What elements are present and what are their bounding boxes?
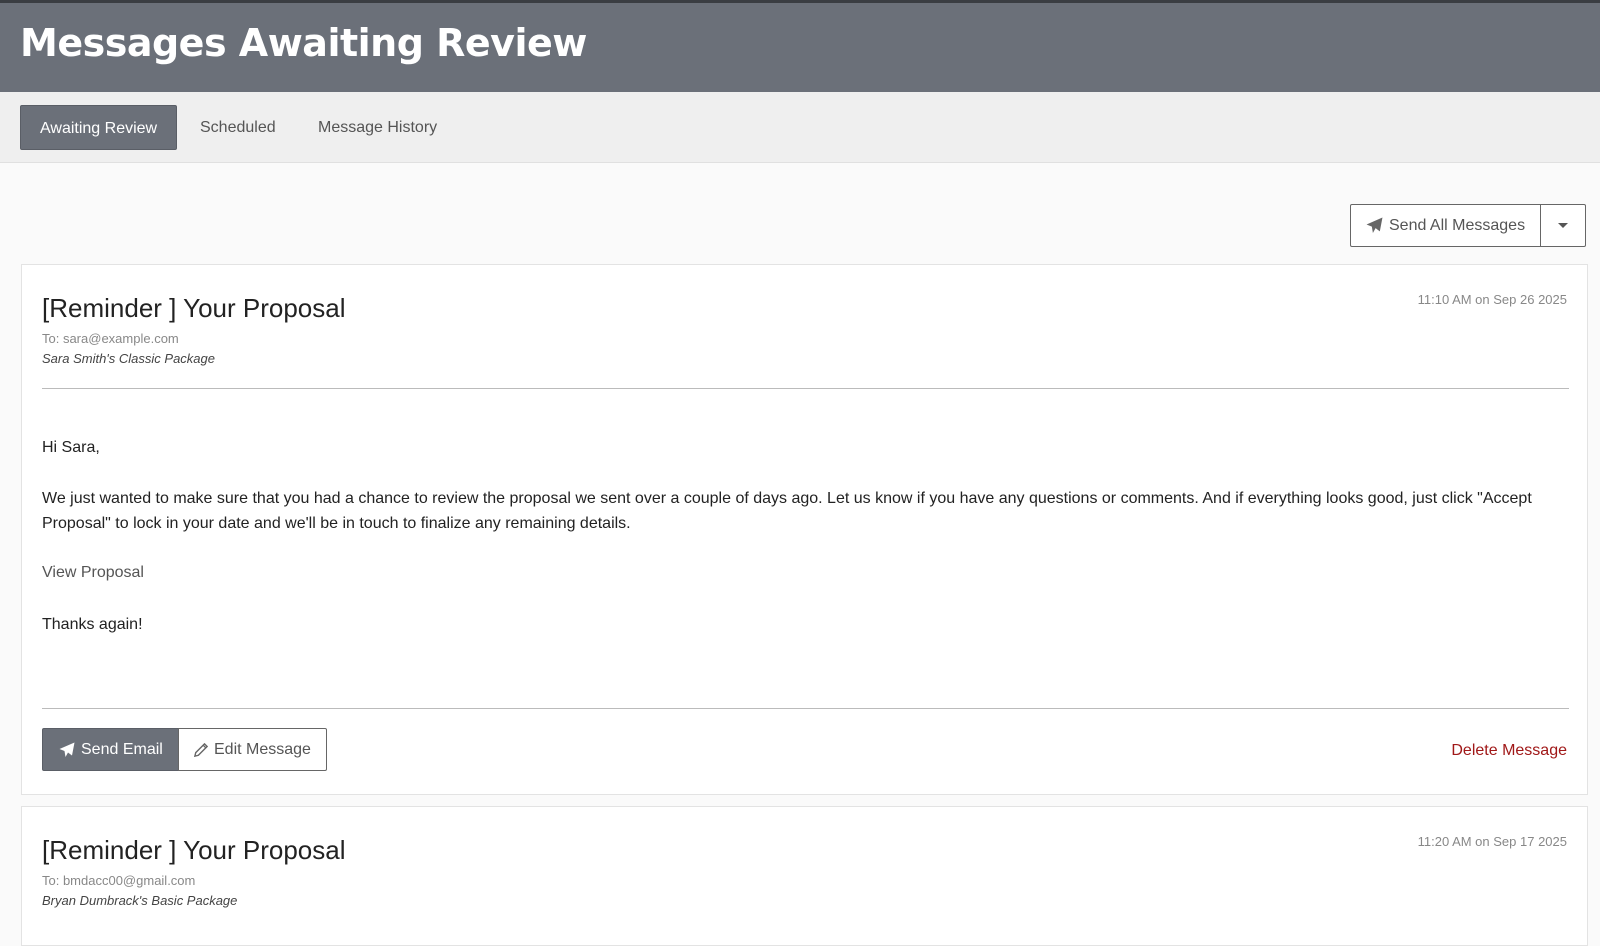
- send-all-dropdown-toggle[interactable]: [1541, 204, 1587, 247]
- view-proposal-link[interactable]: View Proposal: [42, 564, 144, 582]
- message-greeting: Hi Sara,: [42, 439, 100, 456]
- message-timestamp: 11:10 AM on Sep 26 2025: [1417, 292, 1567, 307]
- edit-message-button[interactable]: Edit Message: [178, 728, 327, 771]
- message-timestamp: 11:20 AM on Sep 17 2025: [1417, 834, 1567, 849]
- message-package: Bryan Dumbrack's Basic Package: [42, 893, 238, 908]
- message-recipient: To: bmdacc00@gmail.com: [42, 873, 196, 888]
- message-card: [Reminder ] Your Proposal 11:10 AM on Se…: [21, 264, 1588, 795]
- message-recipient: To: sara@example.com: [42, 331, 179, 346]
- page-title: Messages Awaiting Review: [20, 21, 587, 65]
- message-card: [Reminder ] Your Proposal 11:20 AM on Se…: [21, 806, 1588, 946]
- message-subject: [Reminder ] Your Proposal: [42, 293, 346, 323]
- divider: [42, 388, 1569, 389]
- divider: [42, 708, 1569, 709]
- paper-plane-icon: [59, 742, 75, 758]
- send-email-button[interactable]: Send Email: [42, 728, 180, 771]
- message-subject: [Reminder ] Your Proposal: [42, 835, 346, 865]
- message-package: Sara Smith's Classic Package: [42, 351, 215, 366]
- send-all-button-group: Send All Messages: [1350, 204, 1587, 247]
- send-all-label: Send All Messages: [1389, 216, 1526, 234]
- tab-scheduled[interactable]: Scheduled: [200, 105, 276, 150]
- tab-awaiting-review[interactable]: Awaiting Review: [20, 105, 178, 150]
- caret-down-icon: [1558, 223, 1569, 228]
- tab-bar: Awaiting Review Scheduled Message Histor…: [0, 92, 1600, 163]
- message-body: We just wanted to make sure that you had…: [42, 490, 1532, 532]
- edit-message-label: Edit Message: [214, 740, 311, 758]
- message-closing: Thanks again!: [42, 616, 143, 633]
- delete-message-link[interactable]: Delete Message: [1451, 742, 1567, 760]
- send-all-messages-button[interactable]: Send All Messages: [1350, 204, 1542, 247]
- page-header: Messages Awaiting Review: [0, 0, 1600, 92]
- paper-plane-icon: [1366, 217, 1383, 234]
- pencil-icon: [194, 742, 208, 757]
- tab-message-history[interactable]: Message History: [318, 105, 437, 150]
- send-email-label: Send Email: [81, 740, 163, 758]
